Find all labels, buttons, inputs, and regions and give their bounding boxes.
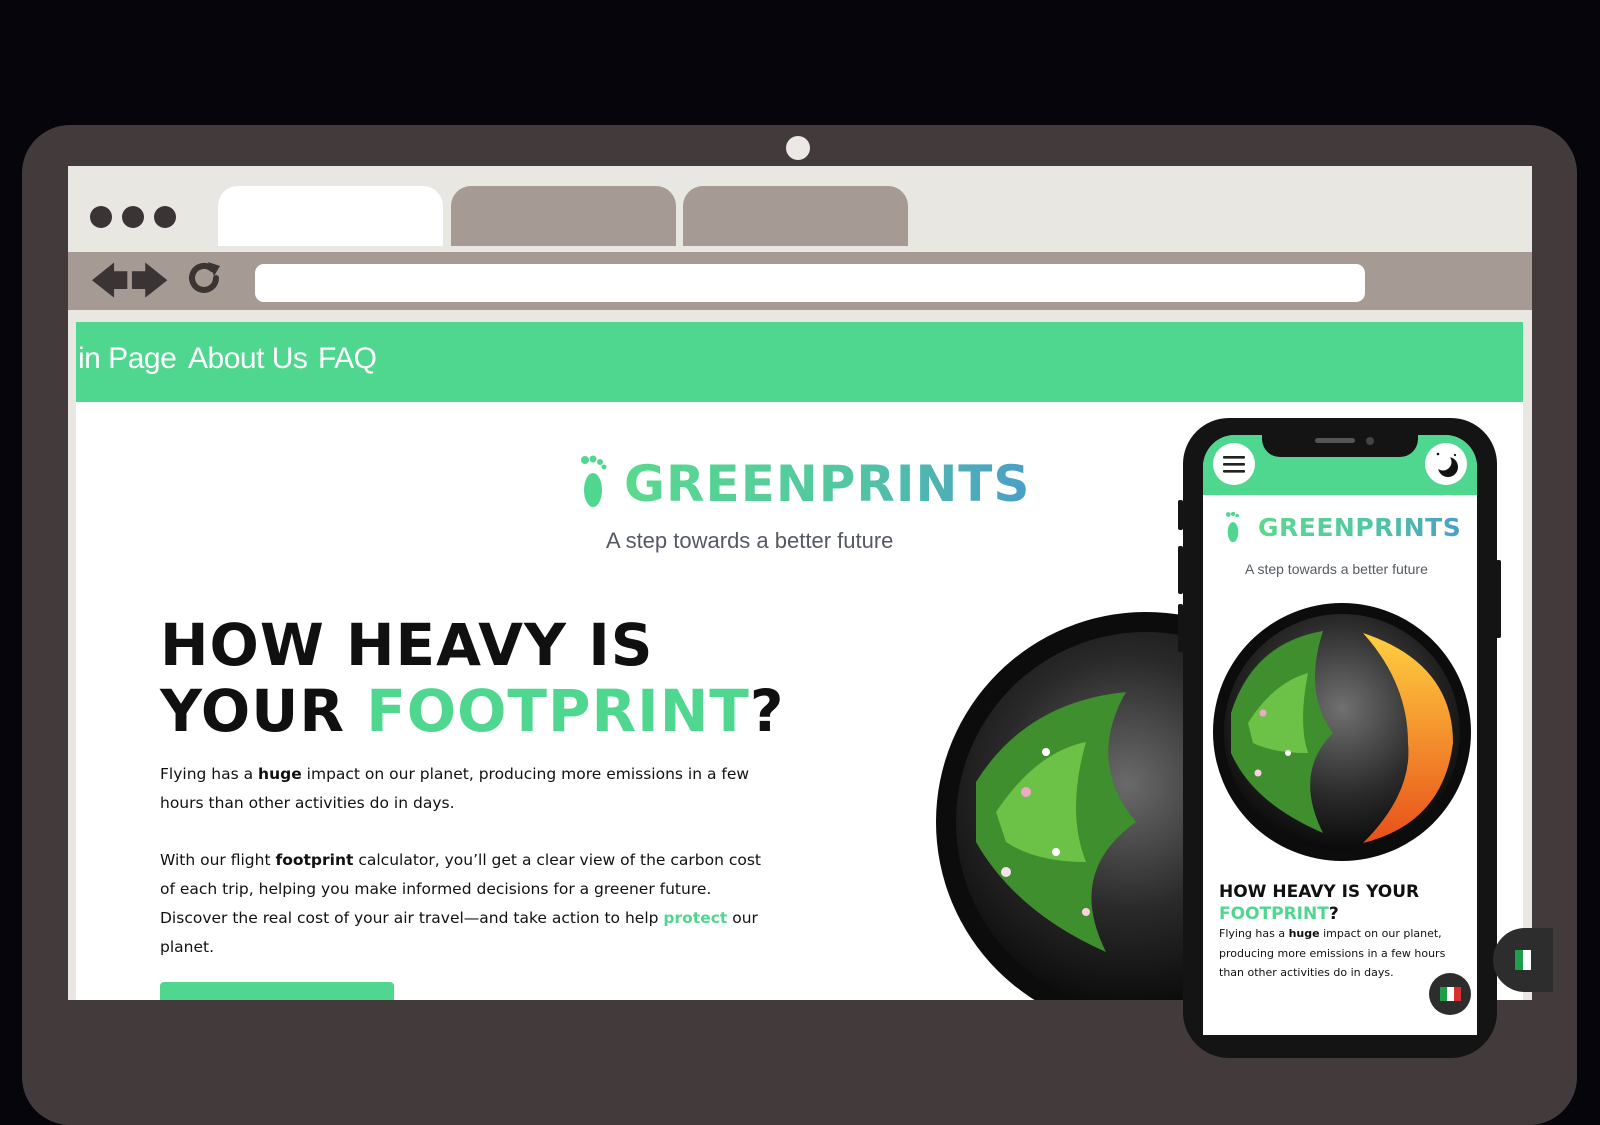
browser-tab-active[interactable] (218, 186, 443, 246)
brand-name: GREENPRINTS (624, 455, 1031, 513)
forward-arrow-icon[interactable]: 🡆 (130, 258, 169, 304)
phone-side-button (1178, 500, 1183, 530)
title-highlight: FOOTPRINT (1219, 904, 1329, 924)
bold-text: huge (258, 765, 302, 783)
nav-item-about-us[interactable]: About Us (188, 342, 308, 376)
highlight-text: protect (663, 909, 728, 927)
language-switch-italy-flag-icon[interactable] (1493, 928, 1553, 992)
front-camera (1366, 437, 1374, 445)
mobile-hero-paragraph: Flying has a huge impact on our planet, … (1219, 924, 1463, 983)
hero-paragraph-2: With our flight footprint calculator, yo… (160, 846, 780, 962)
browser-toolbar: 🡄 🡆 (68, 252, 1532, 310)
bold-text: footprint (275, 851, 354, 869)
hero-title-prefix: YOUR (160, 677, 367, 745)
cta-button[interactable] (160, 982, 394, 1000)
window-control-dot[interactable] (90, 206, 112, 228)
brand-tagline: A step towards a better future (606, 528, 894, 553)
window-control-dot[interactable] (154, 206, 176, 228)
browser-tab[interactable] (683, 186, 908, 246)
phone-side-button (1178, 604, 1183, 652)
phone-side-button (1178, 546, 1183, 594)
hero-title-line1: HOW HEAVY IS (160, 611, 654, 679)
bold-text: huge (1288, 927, 1320, 940)
hero-paragraph-1: Flying has a huge impact on our planet, … (160, 760, 780, 818)
address-bar[interactable] (255, 264, 1365, 302)
footprint-icon (581, 455, 607, 507)
text: With our flight (160, 851, 276, 869)
brand-logo[interactable]: GREENPRINTS (576, 454, 1076, 514)
mobile-brand-tagline: A step towards a better future (1245, 561, 1428, 577)
text: Flying has a (160, 765, 259, 783)
browser-tab[interactable] (451, 186, 676, 246)
footprint-icon (1225, 511, 1239, 543)
speaker-grille (1315, 438, 1355, 443)
phone-side-button (1496, 560, 1501, 638)
site-navbar: in Page About Us FAQ (76, 322, 1523, 402)
text: Flying has a (1219, 927, 1289, 940)
nav-item-faq[interactable]: FAQ (318, 342, 377, 376)
moon-icon[interactable] (1425, 443, 1467, 485)
hero-title: HOW HEAVY IS YOUR FOOTPRINT? (160, 612, 800, 744)
mobile-hero-title: HOW HEAVY IS YOUR FOOTPRINT? (1219, 881, 1469, 925)
webcam (786, 136, 810, 160)
phone-screen: GREENPRINTS A step towards a better futu… (1203, 435, 1477, 1035)
hamburger-menu-icon[interactable] (1213, 443, 1255, 485)
window-control-dot[interactable] (122, 206, 144, 228)
title-text: HOW HEAVY IS YOUR (1219, 882, 1420, 902)
mobile-brand-name: GREENPRINTS (1258, 513, 1462, 542)
back-arrow-icon[interactable]: 🡄 (90, 258, 129, 304)
hero-title-suffix: ? (749, 677, 785, 745)
hero-title-highlight: FOOTPRINT (366, 677, 750, 745)
italy-flag-icon[interactable] (1429, 973, 1471, 1015)
mobile-earth-globe-image (1213, 603, 1471, 861)
nav-item-main-page[interactable]: in Page (78, 342, 177, 376)
phone-notch (1262, 433, 1418, 457)
reload-icon[interactable] (184, 258, 224, 308)
title-suffix: ? (1328, 904, 1339, 924)
